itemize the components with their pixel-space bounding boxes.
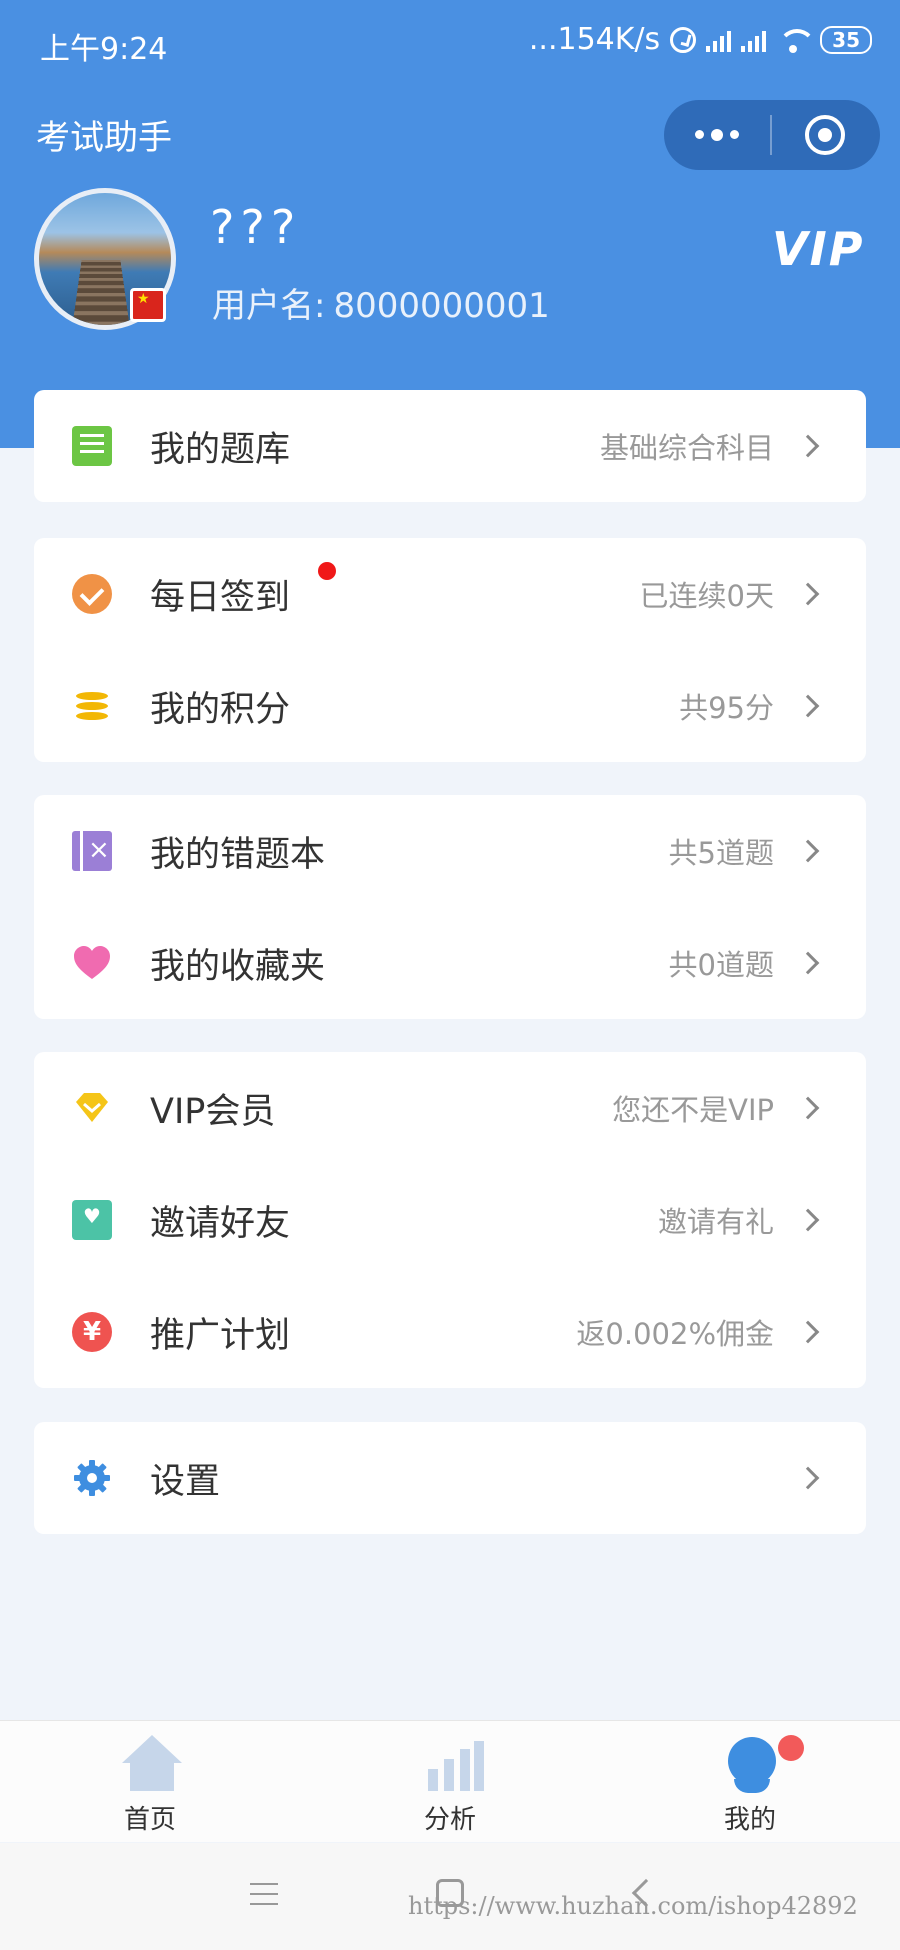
chevron-right-icon — [796, 1320, 820, 1344]
target-icon — [805, 115, 845, 155]
menu-icon[interactable] — [250, 1883, 278, 1905]
menu-item-value: 共0道题 — [668, 948, 774, 982]
status-indicators: ...154K/s 35 — [529, 22, 872, 57]
wrong-book-icon — [72, 831, 112, 871]
chevron-right-icon — [796, 951, 820, 975]
signal-icon-2 — [741, 28, 767, 52]
status-time: 上午9:24 — [40, 32, 168, 67]
list-icon — [72, 426, 112, 466]
tab-home[interactable]: 首页 — [0, 1721, 300, 1843]
menu-item-label: 我的收藏夹 — [150, 946, 326, 987]
chevron-right-icon — [796, 1208, 820, 1232]
chevron-right-icon — [796, 694, 820, 718]
checkin-points-card: 每日签到 已连续0天 我的积分 共95分 — [34, 538, 866, 762]
tab-label: 首页 — [123, 1805, 176, 1835]
menu-item-favorites[interactable]: 我的收藏夹 共0道题 — [34, 907, 866, 1019]
user-id-label: 用户名: — [212, 286, 326, 326]
menu-item-label: 邀请好友 — [150, 1203, 291, 1244]
tab-me[interactable]: 我的 — [600, 1721, 900, 1843]
vip-badge: VIP — [772, 222, 865, 276]
user-icon — [720, 1735, 784, 1795]
home-icon — [120, 1735, 184, 1795]
flag-icon — [130, 288, 166, 322]
notification-dot — [318, 562, 336, 580]
question-bank-card: 我的题库 基础综合科目 — [34, 390, 866, 502]
menu-item-label: VIP会员 — [150, 1091, 276, 1132]
mini-program-capsule — [664, 100, 880, 170]
chevron-right-icon — [796, 839, 820, 863]
menu-item-label: 每日签到 — [150, 577, 291, 618]
signal-icon — [706, 28, 732, 52]
wifi-icon — [776, 27, 817, 53]
menu-item-value: 邀请有礼 — [657, 1205, 774, 1239]
app-title: 考试助手 — [36, 118, 172, 158]
tab-label: 分析 — [423, 1805, 476, 1835]
chevron-right-icon — [796, 582, 820, 606]
menu-item-value: 基础综合科目 — [599, 431, 774, 465]
menu-item-my-points[interactable]: 我的积分 共95分 — [34, 650, 866, 762]
menu-item-label: 推广计划 — [150, 1315, 291, 1356]
menu-item-value: 共5道题 — [668, 836, 774, 870]
more-options-button[interactable] — [664, 128, 770, 141]
chevron-right-icon — [796, 1466, 820, 1490]
menu-item-value: 已连续0天 — [639, 579, 774, 613]
menu-item-label: 我的题库 — [150, 429, 291, 470]
settings-card: 设置 — [34, 1422, 866, 1534]
menu-item-vip-member[interactable]: VIP会员 您还不是VIP — [34, 1052, 866, 1164]
tab-bar: 首页 分析 我的 — [0, 1720, 900, 1842]
menu-item-settings[interactable]: 设置 — [34, 1422, 866, 1534]
battery-icon: 35 — [820, 25, 872, 54]
chevron-right-icon — [796, 434, 820, 458]
notification-dot — [778, 1735, 804, 1761]
user-id-value: 8000000001 — [333, 286, 550, 326]
status-bar: 上午9:24 ...154K/s 35 — [0, 0, 900, 84]
menu-item-value: 您还不是VIP — [612, 1093, 774, 1127]
menu-item-value: 共95分 — [679, 691, 774, 725]
bar-chart-icon — [420, 1735, 484, 1795]
menu-item-daily-checkin[interactable]: 每日签到 已连续0天 — [34, 538, 866, 650]
menu-item-label: 我的积分 — [150, 689, 291, 730]
user-id-line: 用户名: 8000000001 — [212, 278, 550, 327]
diamond-icon — [72, 1088, 112, 1128]
menu-item-value: 返0.002%佣金 — [576, 1317, 774, 1351]
heart-icon — [72, 943, 112, 983]
chevron-right-icon — [796, 1096, 820, 1120]
invite-envelope-icon — [72, 1200, 112, 1240]
network-speed: ...154K/s — [528, 22, 661, 57]
close-mini-program-button[interactable] — [772, 115, 878, 155]
vip-invite-promo-card: VIP会员 您还不是VIP 邀请好友 邀请有礼 ¥ 推广计划 返0.002%佣金 — [34, 1052, 866, 1388]
tab-label: 我的 — [723, 1805, 776, 1835]
menu-item-question-bank[interactable]: 我的题库 基础综合科目 — [34, 390, 866, 502]
user-name: ??? — [210, 200, 302, 254]
menu-item-invite-friends[interactable]: 邀请好友 邀请有礼 — [34, 1164, 866, 1276]
coins-icon — [72, 686, 112, 726]
yen-icon: ¥ — [72, 1312, 112, 1352]
menu-item-label: 设置 — [150, 1461, 221, 1502]
gear-icon — [72, 1458, 112, 1498]
avatar-pier-image — [69, 259, 133, 325]
menu-item-wrong-book[interactable]: 我的错题本 共5道题 — [34, 795, 866, 907]
checkmark-circle-icon — [72, 574, 112, 614]
watermark: https://www.huzhan.com/ishop42892 — [408, 1892, 858, 1920]
wrongbook-favorites-card: 我的错题本 共5道题 我的收藏夹 共0道题 — [34, 795, 866, 1019]
alarm-icon — [670, 26, 697, 53]
tab-analysis[interactable]: 分析 — [300, 1721, 600, 1843]
menu-item-promotion[interactable]: ¥ 推广计划 返0.002%佣金 — [34, 1276, 866, 1388]
menu-item-label: 我的错题本 — [150, 834, 326, 875]
